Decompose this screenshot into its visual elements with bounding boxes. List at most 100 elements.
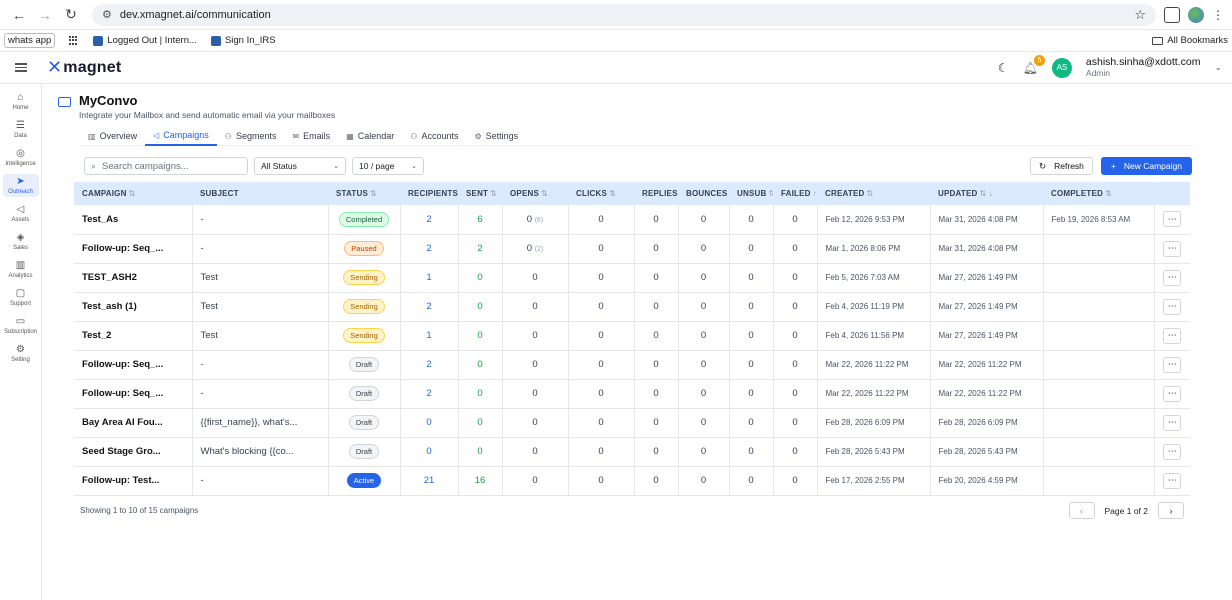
- campaign-name[interactable]: Follow-up: Seq_...: [74, 379, 193, 408]
- tab-segments[interactable]: ⚇ Segments: [217, 126, 285, 146]
- more-actions-icon[interactable]: ⋯: [1163, 443, 1182, 460]
- sort-icon[interactable]: ⇅ ↓: [979, 189, 993, 198]
- campaign-name[interactable]: Test_2: [74, 321, 193, 350]
- sort-icon[interactable]: ↑: [813, 189, 817, 198]
- sort-icon[interactable]: ⇅: [768, 189, 773, 198]
- column-header[interactable]: CLICKS ⇅: [568, 182, 634, 205]
- column-header[interactable]: OPENS ⇅: [502, 182, 568, 205]
- column-header[interactable]: CREATED ⇅: [817, 182, 930, 205]
- tab-calendar[interactable]: ▦ Calendar: [338, 126, 402, 146]
- apps-grid-icon[interactable]: [69, 35, 79, 46]
- sort-icon[interactable]: ⇅: [866, 189, 873, 198]
- profile-icon[interactable]: [1188, 6, 1204, 23]
- chevron-down-icon[interactable]: ⌄: [1214, 62, 1222, 73]
- back-arrow-icon[interactable]: ←: [8, 4, 30, 26]
- recipients-cell[interactable]: 2: [400, 292, 459, 321]
- table-row[interactable]: Follow-up: Seq_... - Paused 2 2 0 (2) 0 …: [74, 234, 1190, 263]
- reload-icon[interactable]: ↻: [60, 4, 82, 26]
- table-row[interactable]: Test_As - Completed 2 6 0 (6) 0 0 0 0 0 …: [74, 205, 1190, 234]
- sort-icon[interactable]: ⇅: [609, 189, 616, 198]
- app-logo[interactable]: ✕ magnet: [47, 57, 121, 78]
- column-header[interactable]: CAMPAIGN ⇅: [74, 182, 192, 205]
- hamburger-menu-icon[interactable]: [15, 63, 27, 72]
- table-row[interactable]: Test_2 Test Sending 1 0 0 0 0 0 0 0 Feb …: [74, 321, 1190, 350]
- address-bar[interactable]: ⚙ dev.xmagnet.ai/communication ☆: [92, 3, 1156, 26]
- sidebar-item-setting[interactable]: ⚙ Setting: [3, 342, 39, 365]
- sidebar-item-analytics[interactable]: ▥ Analytics: [3, 258, 39, 281]
- bookmark-star-icon[interactable]: ☆: [1134, 7, 1146, 23]
- extensions-icon[interactable]: [1164, 6, 1180, 23]
- more-actions-icon[interactable]: ⋯: [1163, 385, 1182, 402]
- recipients-cell[interactable]: 0: [400, 408, 459, 437]
- refresh-button[interactable]: ↻ Refresh: [1030, 157, 1093, 175]
- recipients-cell[interactable]: 0: [400, 437, 459, 466]
- sidebar-item-support[interactable]: ▢ Support: [3, 286, 39, 309]
- more-actions-icon[interactable]: ⋯: [1163, 211, 1182, 228]
- notification-bell-icon[interactable]: 🔔︎ 5: [1023, 54, 1045, 75]
- column-header[interactable]: UPDATED ⇅ ↓: [930, 182, 1043, 205]
- page-size-select[interactable]: 10 / page ⌄: [352, 157, 424, 175]
- sidebar-item-subscription[interactable]: ▭ Subscription: [3, 314, 39, 337]
- recipients-cell[interactable]: 2: [400, 350, 459, 379]
- campaign-name[interactable]: Test_As: [74, 205, 193, 234]
- more-actions-icon[interactable]: ⋯: [1163, 356, 1182, 373]
- column-header[interactable]: REPLIES↑: [634, 182, 678, 205]
- campaign-name[interactable]: Seed Stage Gro...: [74, 437, 193, 466]
- more-actions-icon[interactable]: ⋯: [1163, 240, 1182, 257]
- all-bookmarks[interactable]: All Bookmarks: [1152, 35, 1228, 46]
- more-actions-icon[interactable]: ⋯: [1163, 472, 1182, 489]
- campaign-name[interactable]: Follow-up: Seq_...: [74, 350, 193, 379]
- column-header[interactable]: SUBJECT: [192, 182, 328, 205]
- tab-emails[interactable]: ✉ Emails: [284, 126, 338, 146]
- sidebar-item-outreach[interactable]: ➤ Outreach: [2, 174, 39, 197]
- user-info[interactable]: ashish.sinha@xdott.com Admin: [1086, 56, 1201, 79]
- campaign-name[interactable]: Bay Area AI Fou...: [74, 408, 193, 437]
- sort-icon[interactable]: ⇅: [1105, 189, 1112, 198]
- table-row[interactable]: Test_ash (1) Test Sending 2 0 0 0 0 0 0 …: [74, 292, 1190, 321]
- bookmark-logged-out[interactable]: Logged Out | Intern...: [93, 35, 197, 46]
- tab-settings[interactable]: ⚙ Settings: [466, 126, 526, 146]
- campaign-name[interactable]: Test_ash (1): [74, 292, 193, 321]
- table-row[interactable]: TEST_ASH2 Test Sending 1 0 0 0 0 0 0 0 F…: [74, 263, 1190, 292]
- sidebar-item-data[interactable]: ☰ Data: [3, 118, 39, 141]
- table-row[interactable]: Follow-up: Test... - Active 21 16 0 0 0 …: [74, 466, 1190, 495]
- table-row[interactable]: Bay Area AI Fou... {{first_name}}, what'…: [74, 408, 1190, 437]
- recipients-cell[interactable]: 1: [400, 263, 459, 292]
- tab-accounts[interactable]: ⚇ Accounts: [402, 126, 466, 146]
- recipients-cell[interactable]: 1: [400, 321, 459, 350]
- search-input[interactable]: ⌕ Search campaigns...: [84, 157, 248, 175]
- user-avatar[interactable]: AS: [1051, 57, 1072, 78]
- recipients-cell[interactable]: 2: [400, 379, 459, 408]
- campaign-name[interactable]: Follow-up: Seq_...: [74, 234, 193, 263]
- sidebar-item-home[interactable]: ⌂ Home: [3, 90, 39, 113]
- status-filter-select[interactable]: All Status ⌄: [254, 157, 346, 175]
- campaign-name[interactable]: Follow-up: Test...: [74, 466, 193, 495]
- tab-overview[interactable]: ▥ Overview: [80, 126, 145, 146]
- dark-mode-icon[interactable]: ☾: [998, 61, 1009, 75]
- more-actions-icon[interactable]: ⋯: [1163, 327, 1182, 344]
- column-header[interactable]: SENT ⇅: [458, 182, 502, 205]
- table-row[interactable]: Follow-up: Seq_... - Draft 2 0 0 0 0 0 0…: [74, 350, 1190, 379]
- next-page-button[interactable]: ›: [1158, 502, 1184, 519]
- recipients-cell[interactable]: 21: [400, 466, 459, 495]
- tab-campaigns[interactable]: ◁ Campaigns: [145, 126, 217, 146]
- bookmark-whatsapp[interactable]: whats app: [4, 33, 56, 48]
- more-actions-icon[interactable]: ⋯: [1163, 414, 1182, 431]
- more-actions-icon[interactable]: ⋯: [1163, 298, 1182, 315]
- campaign-name[interactable]: TEST_ASH2: [74, 263, 193, 292]
- more-actions-icon[interactable]: ⋯: [1163, 269, 1182, 286]
- sort-icon[interactable]: ⇅: [129, 189, 136, 198]
- column-header[interactable]: UNSUB ⇅: [729, 182, 773, 205]
- recipients-cell[interactable]: 2: [400, 234, 459, 263]
- recipients-cell[interactable]: 2: [400, 205, 459, 234]
- column-header[interactable]: FAILED ↑: [773, 182, 817, 205]
- bookmark-sign-in-irs[interactable]: Sign In_IRS: [210, 35, 276, 46]
- column-header[interactable]: RECIPIENTS↑: [400, 182, 458, 205]
- forward-arrow-icon[interactable]: →: [34, 4, 56, 26]
- column-header[interactable]: STATUS ⇅: [328, 182, 400, 205]
- table-row[interactable]: Seed Stage Gro... What's blocking {{co..…: [74, 437, 1190, 466]
- column-header[interactable]: COMPLETED ⇅: [1043, 182, 1154, 205]
- sidebar-item-assets[interactable]: ◁ Assets: [3, 202, 39, 225]
- prev-page-button[interactable]: ‹: [1068, 502, 1095, 519]
- new-campaign-button[interactable]: + New Campaign: [1100, 157, 1192, 175]
